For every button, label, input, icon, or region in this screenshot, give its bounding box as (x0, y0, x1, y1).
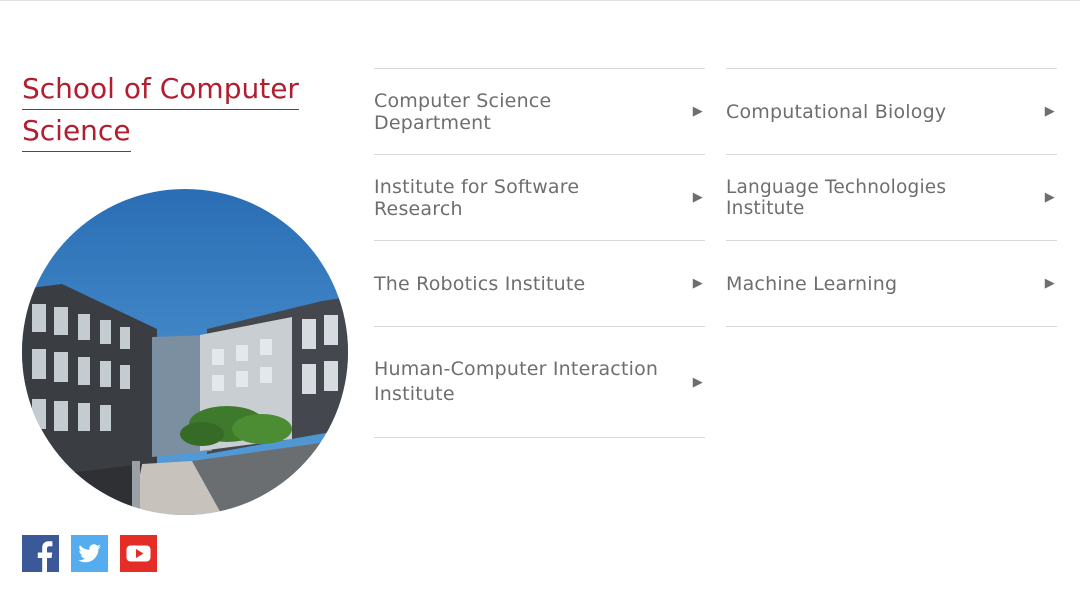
link-label: Machine Learning (726, 272, 898, 295)
link-label: Computer Science Department (374, 89, 552, 134)
list-item: Machine Learning ▶ (726, 241, 1057, 327)
link-computer-science-department[interactable]: Computer Science Department ▶ (374, 69, 705, 154)
list-item: Computer Science Department ▶ (374, 69, 705, 155)
link-machine-learning[interactable]: Machine Learning ▶ (726, 241, 1057, 326)
link-institute-for-software-research[interactable]: Institute for Software Research ▶ (374, 155, 705, 240)
departments-left-column: Computer Science Department ▶ Institute … (374, 68, 705, 438)
arrow-right-icon: ▶ (1044, 104, 1055, 119)
twitter-icon[interactable] (71, 535, 108, 572)
list-item: The Robotics Institute ▶ (374, 241, 705, 327)
arrow-right-icon: ▶ (1044, 276, 1055, 291)
arrow-right-icon: ▶ (692, 104, 703, 119)
list-item: Computational Biology ▶ (726, 69, 1057, 155)
link-human-computer-interaction-institute[interactable]: Human-Computer Interaction Institute ▶ (374, 327, 705, 437)
link-label: Computational Biology (726, 100, 947, 123)
school-title[interactable]: School of Computer Science (22, 70, 302, 154)
link-language-technologies-institute[interactable]: Language Technologies Institute ▶ (726, 155, 1057, 240)
link-label: The Robotics Institute (374, 272, 586, 295)
departments-right-column: Computational Biology ▶ Language Technol… (726, 68, 1057, 327)
youtube-icon[interactable] (120, 535, 157, 572)
link-label: Language Technologies Institute (726, 176, 947, 219)
link-label: Institute for Software Research (374, 175, 580, 220)
school-title-line-1[interactable]: School of Computer (22, 70, 299, 110)
arrow-right-icon: ▶ (692, 374, 703, 390)
arrow-right-icon: ▶ (692, 276, 703, 291)
school-title-line-2[interactable]: Science (22, 112, 131, 152)
social-links (22, 535, 157, 572)
building-photo (22, 189, 348, 515)
list-item: Language Technologies Institute ▶ (726, 155, 1057, 241)
list-item: Institute for Software Research ▶ (374, 155, 705, 241)
link-robotics-institute[interactable]: The Robotics Institute ▶ (374, 241, 705, 326)
top-divider (0, 0, 1080, 1)
link-label: Human-Computer Interaction Institute (374, 358, 659, 405)
arrow-right-icon: ▶ (1044, 190, 1055, 205)
facebook-icon[interactable] (22, 535, 59, 572)
arrow-right-icon: ▶ (692, 190, 703, 205)
link-computational-biology[interactable]: Computational Biology ▶ (726, 69, 1057, 154)
department-list-left: Computer Science Department ▶ Institute … (374, 68, 705, 438)
list-item: Human-Computer Interaction Institute ▶ (374, 327, 705, 438)
department-list-right: Computational Biology ▶ Language Technol… (726, 68, 1057, 327)
